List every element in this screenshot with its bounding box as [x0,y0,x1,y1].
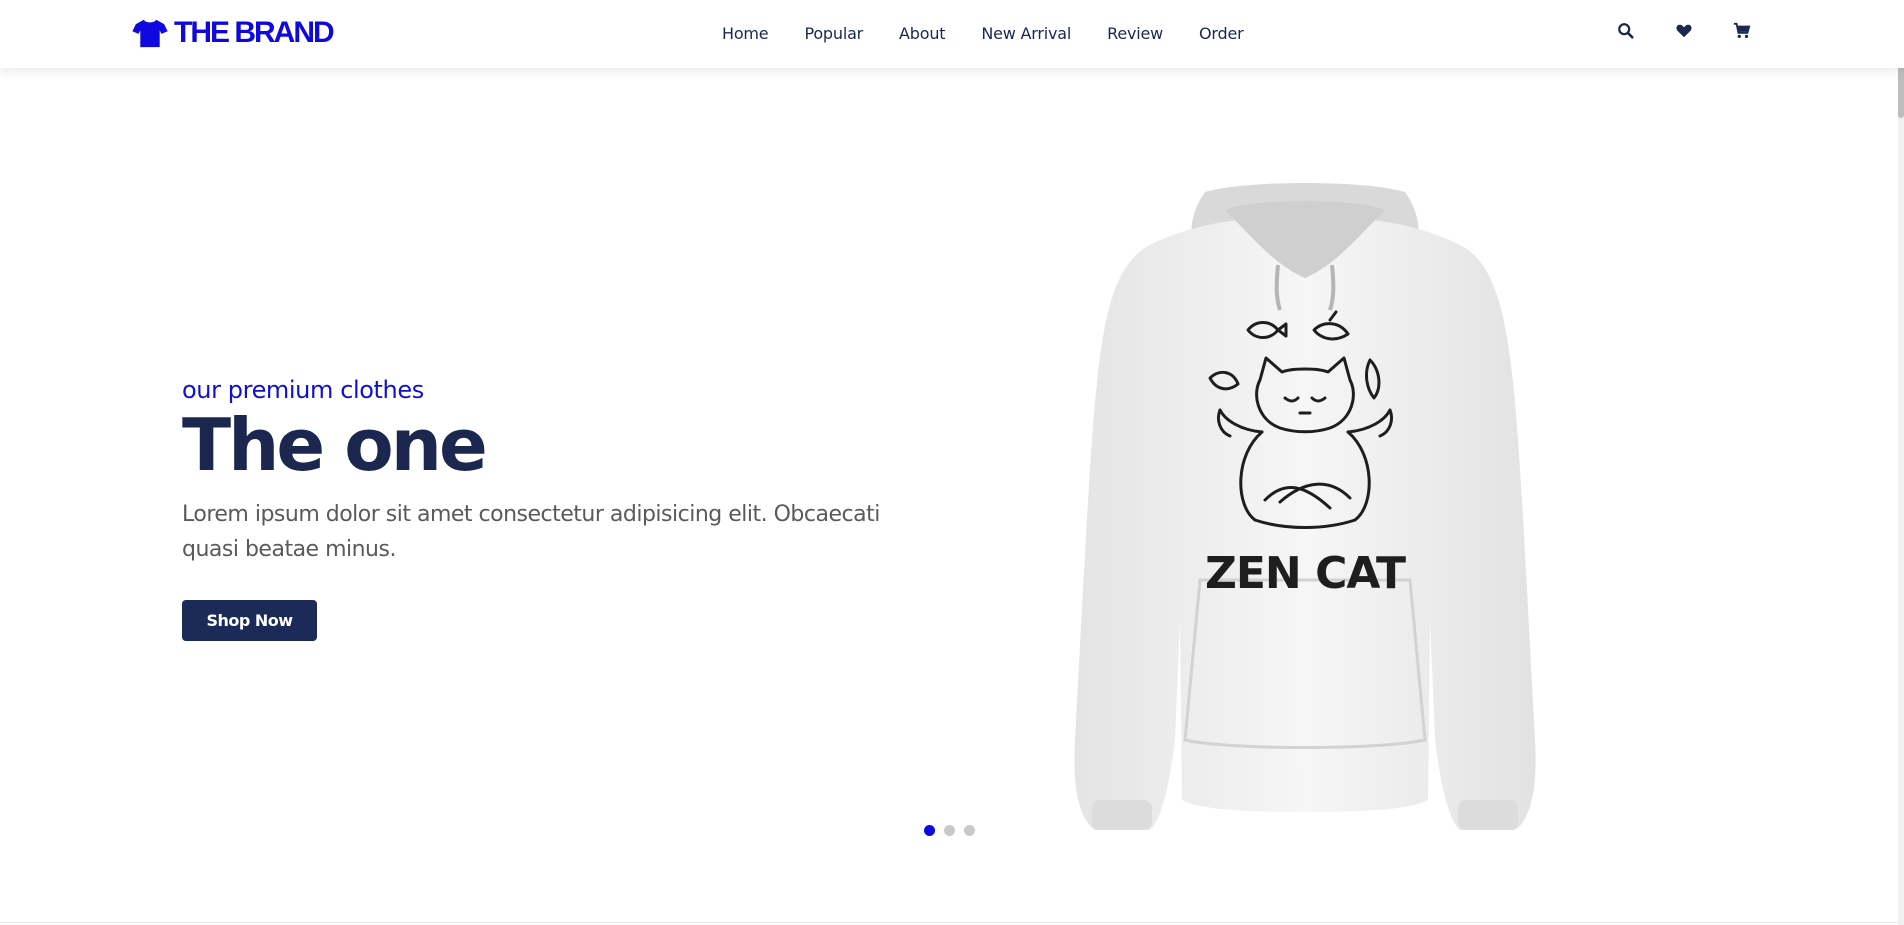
hoodie-image: ZEN CAT [1074,183,1536,830]
shop-now-button[interactable]: Shop Now [182,600,317,641]
hero-title: The one [182,402,488,487]
search-icon[interactable] [1616,21,1636,41]
slider-dot-1[interactable] [924,825,935,836]
nav-item-home[interactable]: Home [722,24,769,43]
header-actions [1616,21,1752,41]
cart-icon[interactable] [1732,21,1752,41]
slider-dots [924,825,975,836]
hero-product-image: ZEN CAT [1030,180,1580,840]
hero-content: our premium clothes The one Lorem ipsum … [182,376,942,567]
hero-description: Lorem ipsum dolor sit amet consectetur a… [182,501,880,562]
nav-item-popular[interactable]: Popular [804,24,863,43]
main-nav: Home Popular About New Arrival Review Or… [722,0,1244,66]
section-divider [0,922,1898,923]
nav-item-new-arrival[interactable]: New Arrival [981,24,1071,43]
slider-dot-2[interactable] [944,825,955,836]
brand-logo[interactable]: THE BRAND [132,16,335,50]
nav-item-about[interactable]: About [899,24,946,43]
tshirt-icon [132,19,168,48]
slider-dot-3[interactable] [964,825,975,836]
hero-subtitle: our premium clothes [182,376,424,404]
product-print-text: ZEN CAT [1205,548,1406,599]
nav-item-order[interactable]: Order [1199,24,1244,43]
page-scrollbar[interactable] [1898,0,1904,925]
nav-item-review[interactable]: Review [1107,24,1163,43]
brand-name: THE BRAND [174,16,335,49]
site-header: THE BRAND Home Popular About New Arrival… [0,0,1904,68]
heart-icon[interactable] [1674,21,1694,41]
